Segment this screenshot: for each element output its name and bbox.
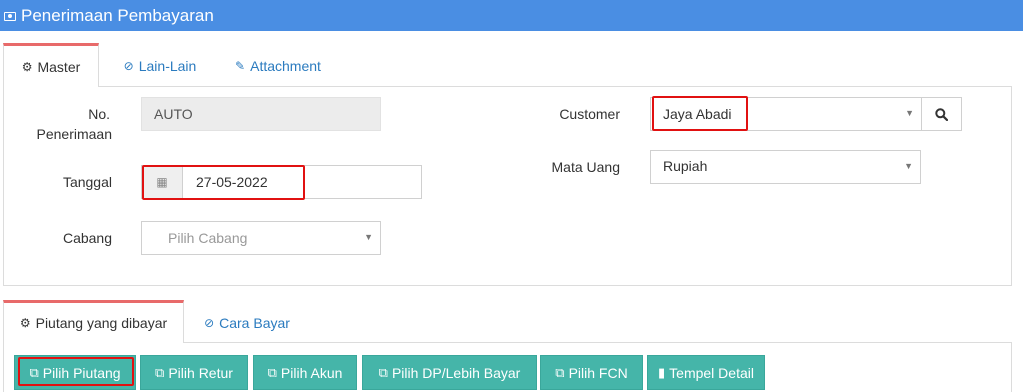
no-penerimaan-label-line1: No. [88, 106, 110, 122]
copy-icon: ⧉ [155, 364, 165, 380]
tanggal-label: Tanggal [62, 174, 112, 190]
pilih-fcn-button[interactable]: ⧉ Pilih FCN [540, 355, 643, 390]
copy-icon: ⧉ [267, 364, 277, 380]
calendar-icon[interactable]: ▦ [142, 166, 183, 198]
mata-uang-select[interactable]: Rupiah ▼ [650, 150, 921, 184]
no-penerimaan-label: No. [20, 104, 110, 124]
cabang-select[interactable]: Pilih Cabang ▼ [141, 221, 381, 255]
copy-icon: ⧉ [555, 364, 565, 380]
customer-search-button[interactable] [921, 97, 962, 131]
tab-lain-lain-label: Lain-Lain [138, 58, 197, 74]
customer-value: Jaya Abadi [663, 106, 732, 122]
check-circle-icon: ⊘ [204, 316, 215, 330]
cabang-placeholder: Pilih Cabang [168, 230, 248, 246]
customer-label: Customer [559, 106, 620, 122]
paperclip-icon: ✎ [235, 59, 246, 73]
tab-master-label: Master [37, 58, 81, 75]
check-circle-icon: ⊘ [123, 59, 134, 73]
no-penerimaan-field: AUTO [141, 97, 381, 131]
caret-down-icon: ▼ [904, 161, 913, 171]
tab-lain-lain[interactable]: ⊘ Lain-Lain [110, 44, 210, 88]
no-penerimaan-label-2: Penerimaan [20, 124, 113, 144]
paste-icon: ▮ [658, 364, 666, 380]
mata-uang-value: Rupiah [663, 158, 708, 174]
tempel-detail-label: Tempel Detail [669, 364, 754, 381]
gears-icon: ⚙ [21, 59, 33, 74]
tab-cara-bayar-label: Cara Bayar [219, 315, 290, 331]
search-icon [935, 107, 948, 121]
pilih-dp-lebih-bayar-button[interactable]: ⧉ Pilih DP/Lebih Bayar [362, 355, 537, 390]
page-header: Penerimaan Pembayaran [0, 0, 1023, 31]
tempel-detail-button[interactable]: ▮ Tempel Detail [647, 355, 765, 390]
cabang-label: Cabang [62, 230, 112, 246]
pilih-akun-button[interactable]: ⧉ Pilih Akun [253, 355, 357, 390]
copy-icon: ⧉ [29, 364, 39, 380]
pilih-dp-lebih-bayar-label: Pilih DP/Lebih Bayar [391, 364, 521, 381]
copy-icon: ⧉ [378, 364, 388, 380]
caret-down-icon: ▼ [364, 232, 373, 242]
pilih-retur-label: Pilih Retur [168, 364, 233, 381]
tab-piutang-yang-dibayar[interactable]: ⚙ Piutang yang dibayar [3, 300, 184, 343]
tanggal-value: 27-05-2022 [196, 174, 268, 190]
no-penerimaan-value: AUTO [154, 106, 193, 122]
no-penerimaan-label-line2: Penerimaan [36, 126, 113, 142]
tab-attachment[interactable]: ✎ Attachment [222, 44, 334, 88]
customer-select[interactable]: Jaya Abadi ▼ [650, 97, 922, 131]
tab-cara-bayar[interactable]: ⊘ Cara Bayar [194, 301, 300, 345]
tab-master[interactable]: ⚙ Master [3, 43, 99, 87]
pilih-piutang-button[interactable]: ⧉ Pilih Piutang [14, 355, 136, 390]
page-title: Penerimaan Pembayaran [21, 5, 214, 25]
tanggal-field[interactable]: ▦ 27-05-2022 [141, 165, 422, 199]
tab-attachment-label: Attachment [250, 58, 321, 74]
tab-piutang-label: Piutang yang dibayar [35, 315, 168, 331]
pilih-retur-button[interactable]: ⧉ Pilih Retur [140, 355, 248, 390]
pilih-fcn-label: Pilih FCN [568, 364, 628, 381]
gears-icon: ⚙ [19, 316, 31, 330]
pilih-akun-label: Pilih Akun [280, 364, 343, 381]
money-icon [4, 12, 16, 21]
mata-uang-label: Mata Uang [551, 159, 620, 175]
caret-down-icon: ▼ [905, 108, 914, 118]
pilih-piutang-label: Pilih Piutang [42, 364, 121, 381]
